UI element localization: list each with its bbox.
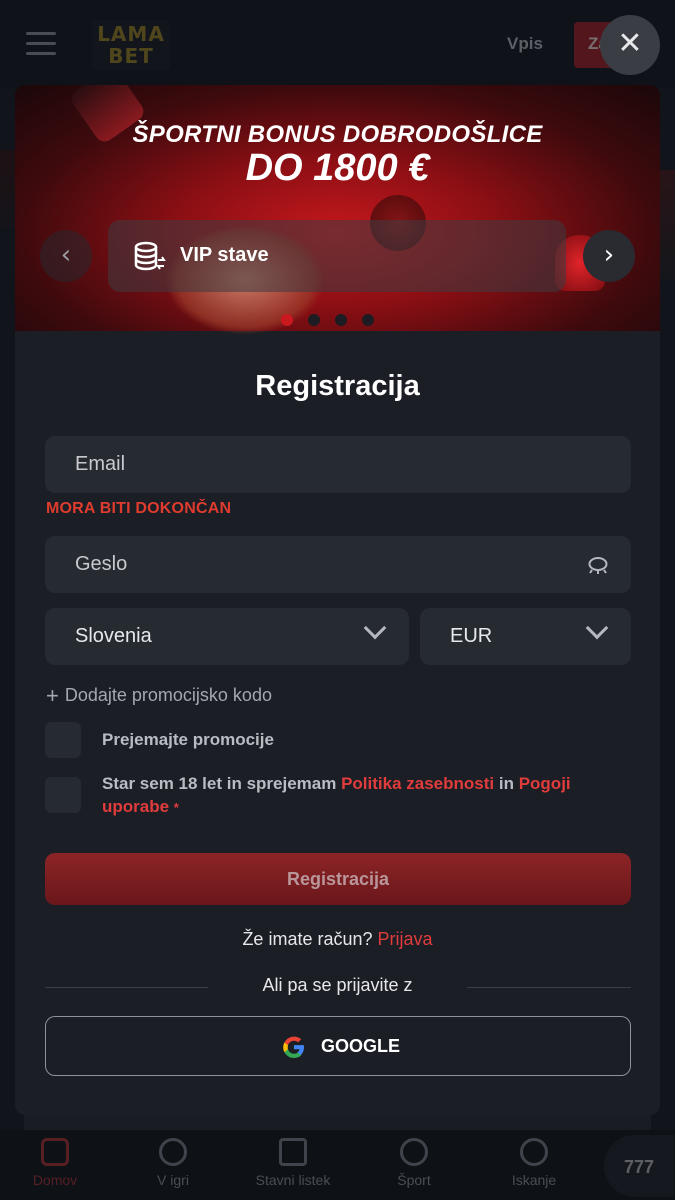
password-placeholder: Geslo [75,553,128,575]
chevron-right-icon: › [603,240,615,270]
terms-checkbox[interactable] [45,777,81,813]
or-text: Ali pa se prijavite z [262,975,413,995]
promotions-label: Prejemajte promocije [102,730,274,749]
bonus-amount: DO 1800 € [245,147,430,189]
currency-value: EUR [450,625,493,647]
carousel-dot[interactable] [362,314,374,326]
google-icon [283,1036,304,1058]
promo-label: Dodajte promocijsko kodo [64,685,272,705]
register-button[interactable]: Registracija [45,853,631,905]
google-label: GOOGLE [321,1036,401,1056]
have-account-row: Že imate račun? Prijava [15,929,660,950]
carousel-dot[interactable] [308,314,320,326]
country-select[interactable]: Slovenia [45,608,409,665]
email-placeholder: Email [75,453,126,475]
vip-slide-label: VIP stave [180,244,269,266]
bonus-title: ŠPORTNI BONUS DOBRODOŠLICE [132,121,543,148]
terms-label: Star sem 18 let in sprejemam Politika za… [102,772,602,819]
banner-prev-button[interactable]: ‹ [40,230,92,282]
carousel-dot[interactable] [281,314,293,326]
promotions-checkbox[interactable] [45,722,81,758]
terms-conjunction: in [498,774,514,793]
privacy-link[interactable]: Politika zasebnosti [341,774,494,793]
terms-prefix: Star sem 18 let in sprejemam [102,774,337,793]
required-mark: * [173,800,179,815]
carousel-dot[interactable] [335,314,347,326]
close-icon: ✕ [617,26,643,61]
eye-icon[interactable] [587,554,609,576]
have-account-text: Že imate račun? [242,929,373,949]
google-login-button[interactable]: GOOGLE [45,1016,631,1076]
chevron-down-icon [363,616,387,640]
email-error: MORA BITI DOKONČAN [46,500,232,517]
promo-banner: ŠPORTNI BONUS DOBRODOŠLICE DO 1800 € VIP… [15,85,660,335]
vip-slide-card[interactable]: VIP stave [108,220,566,292]
login-link[interactable]: Prijava [378,929,433,949]
banner-next-button[interactable]: › [583,230,635,282]
password-field[interactable]: Geslo [45,536,631,593]
chevron-down-icon [585,616,609,640]
add-promo-code-button[interactable]: + Dodajte promocijsko kodo [46,683,272,709]
carousel-dots [281,313,389,331]
registration-modal: ŠPORTNI BONUS DOBRODOŠLICE DO 1800 € VIP… [15,85,660,1115]
coins-icon [134,241,166,271]
form-title: Registracija [255,370,420,402]
chevron-left-icon: ‹ [60,240,72,270]
country-value: Slovenia [75,625,152,647]
close-button[interactable]: ✕ [600,15,660,75]
currency-select[interactable]: EUR [420,608,631,665]
email-field[interactable]: Email [45,436,631,493]
plus-icon: + [46,683,59,708]
